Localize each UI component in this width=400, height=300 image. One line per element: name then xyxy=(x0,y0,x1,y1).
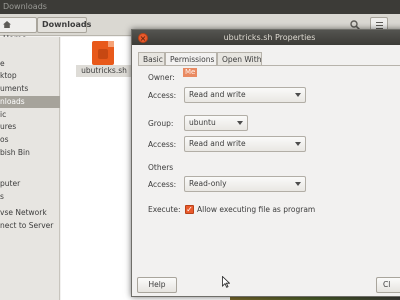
properties-dialog: ubutricks.sh Properties × Basic Permissi… xyxy=(131,29,400,297)
shell-script-file-icon[interactable] xyxy=(92,41,114,65)
group-value: ubuntu xyxy=(189,118,216,127)
owner-label: Owner: xyxy=(148,73,175,82)
help-button[interactable]: Help xyxy=(137,277,177,293)
path-downloads-button[interactable]: Downloads xyxy=(37,17,91,33)
mouse-cursor-icon xyxy=(222,276,230,288)
close-button[interactable]: Cl xyxy=(376,277,400,293)
owner-access-select[interactable]: Read and write xyxy=(184,87,306,103)
sidebar-item[interactable]: bish Bin xyxy=(0,147,60,159)
sidebar-item[interactable]: e xyxy=(0,58,60,70)
tab-permissions[interactable]: Permissions xyxy=(165,52,217,66)
sidebar-item[interactable]: uments xyxy=(0,83,60,95)
others-access-label: Access: xyxy=(148,180,177,189)
path-home-button[interactable]: Home xyxy=(0,17,37,43)
files-window-title: Downloads xyxy=(0,0,400,14)
others-access-value: Read-only xyxy=(189,179,227,188)
sidebar-item[interactable]: s xyxy=(0,191,60,203)
sidebar-item[interactable]: puter xyxy=(0,178,60,190)
home-icon xyxy=(3,21,11,28)
others-heading: Others xyxy=(148,163,174,172)
tab-basic[interactable]: Basic xyxy=(138,52,165,66)
group-access-label: Access: xyxy=(148,140,177,149)
execute-checkbox[interactable]: ✓ xyxy=(185,205,194,214)
sidebar: e ktop uments nloads ic ures os bish Bin puter s v… xyxy=(0,37,60,300)
dialog-titlebar: ubutricks.sh Properties × xyxy=(132,30,400,45)
sidebar-item[interactable]: vse Network xyxy=(0,207,60,219)
group-select[interactable]: ubuntu xyxy=(184,115,248,131)
group-access-select[interactable]: Read and write xyxy=(184,136,306,152)
dialog-title: ubutricks.sh Properties xyxy=(223,33,316,42)
tab-open-with[interactable]: Open With xyxy=(217,52,262,66)
close-icon[interactable]: × xyxy=(138,33,148,43)
sidebar-item[interactable]: nect to Server xyxy=(0,220,60,232)
sidebar-item[interactable]: ktop xyxy=(0,70,60,82)
owner-access-label: Access: xyxy=(148,91,177,100)
group-label: Group: xyxy=(148,119,174,128)
owner-access-value: Read and write xyxy=(189,90,246,99)
group-access-value: Read and write xyxy=(189,139,246,148)
chevron-down-icon xyxy=(237,121,243,125)
sidebar-item[interactable]: ures xyxy=(0,121,60,133)
sidebar-item[interactable]: ic xyxy=(0,109,60,121)
sidebar-item[interactable]: os xyxy=(0,134,60,146)
execute-checkbox-label[interactable]: Allow executing file as program xyxy=(197,205,315,215)
sidebar-item[interactable]: nloads xyxy=(0,96,60,108)
owner-value: Me xyxy=(183,68,198,77)
chevron-down-icon xyxy=(295,182,301,186)
chevron-down-icon xyxy=(295,142,301,146)
chevron-down-icon xyxy=(295,93,301,97)
file-name-label[interactable]: ubutricks.sh xyxy=(76,65,132,77)
execute-label: Execute: xyxy=(148,205,181,214)
others-access-select[interactable]: Read-only xyxy=(184,176,306,192)
